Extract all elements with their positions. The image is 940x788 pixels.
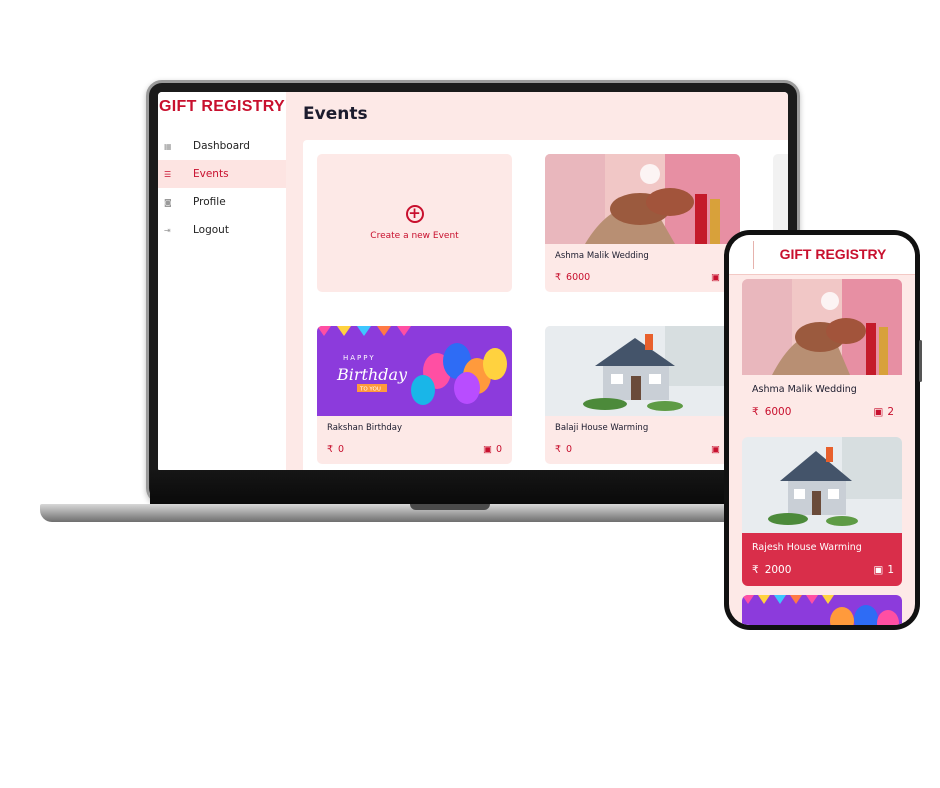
- create-event-label: Create a new Event: [370, 231, 459, 241]
- gift-icon: ▣: [873, 564, 884, 576]
- phone-header: GIFT REGISTRY: [729, 235, 915, 275]
- event-card[interactable]: Balaji House Warming ₹0 ▣ 0: [545, 326, 740, 464]
- event-gifts: ▣ 1: [873, 564, 894, 576]
- sidebar-nav: ▦ Dashboard ☰ Events ◙ Profile ⇥ Logout: [158, 132, 286, 244]
- dashboard-icon: ▦: [164, 141, 172, 151]
- gift-count: 0: [495, 444, 502, 455]
- amount-value: 0: [566, 444, 573, 455]
- sidebar-item-label: Profile: [193, 196, 226, 208]
- rupee-icon: ₹: [327, 444, 334, 455]
- create-event-card[interactable]: + Create a new Event: [317, 154, 512, 292]
- phone-event-card-partial[interactable]: [742, 595, 902, 625]
- page-title: Events: [303, 104, 368, 124]
- phone-brand-logo: GIFT REGISTRY: [779, 246, 887, 262]
- event-name: Rajesh House Warming: [752, 542, 862, 553]
- birthday-image-title: Birthday: [336, 365, 408, 384]
- selected-card-band: [742, 533, 902, 586]
- event-name: Balaji House Warming: [555, 423, 649, 433]
- gift-icon: ▣: [482, 444, 492, 455]
- event-amount: ₹2000: [752, 564, 791, 576]
- birthday-image-to-you: TO YOU: [359, 387, 381, 393]
- event-image-birthday: HAPPY Birthday TO YOU: [317, 326, 512, 416]
- event-name: Ashma Malik Wedding: [752, 384, 857, 395]
- event-amount: ₹0: [555, 444, 572, 455]
- phone-event-card-selected[interactable]: Rajesh House Warming ₹2000 ▣ 1: [742, 437, 902, 586]
- amount-value: 6000: [764, 406, 792, 418]
- laptop-screen: GIFT REGISTRY ▦ Dashboard ☰ Events ◙ Pro…: [158, 92, 788, 472]
- event-image-birthday: [742, 595, 902, 625]
- phone-side-button: [919, 340, 922, 382]
- gift-icon: ▣: [873, 406, 884, 418]
- brand-logo: GIFT REGISTRY: [159, 98, 285, 115]
- sidebar-item-logout[interactable]: ⇥ Logout: [158, 216, 286, 244]
- gift-count: 1: [887, 564, 894, 576]
- sidebar: GIFT REGISTRY ▦ Dashboard ☰ Events ◙ Pro…: [158, 92, 286, 472]
- event-image-wedding: [742, 279, 902, 375]
- amount-value: 6000: [566, 272, 591, 283]
- event-amount: ₹6000: [555, 272, 590, 283]
- event-image-house: [742, 437, 902, 533]
- event-name: Ashma Malik Wedding: [555, 251, 649, 261]
- event-amount: ₹6000: [752, 406, 791, 418]
- sidebar-item-dashboard[interactable]: ▦ Dashboard: [158, 132, 286, 160]
- rupee-icon: ₹: [555, 272, 562, 283]
- event-image-wedding: [545, 154, 740, 244]
- event-card[interactable]: Ashma Malik Wedding ₹6000 ▣2: [545, 154, 740, 292]
- sidebar-item-label: Logout: [193, 224, 229, 236]
- gift-icon: ▣: [710, 444, 720, 455]
- phone-frame: GIFT REGISTRY Ashma Malik Wedding ₹ 6000…: [724, 230, 920, 630]
- amount-value: 2000: [764, 564, 792, 576]
- laptop-frame: GIFT REGISTRY ▦ Dashboard ☰ Events ◙ Pro…: [146, 80, 800, 504]
- sidebar-item-events[interactable]: ☰ Events: [158, 160, 286, 188]
- user-icon: ◙: [164, 197, 172, 207]
- phone-screen: GIFT REGISTRY Ashma Malik Wedding ₹ 6000…: [729, 235, 915, 625]
- birthday-image-happy: HAPPY: [343, 354, 376, 362]
- events-panel: + Create a new Event Ashma Malik Wedding…: [303, 140, 788, 472]
- list-icon: ☰: [164, 169, 172, 179]
- event-card[interactable]: HAPPY Birthday TO YOU Rakshan Birthday ₹…: [317, 326, 512, 464]
- amount-value: 0: [338, 444, 345, 455]
- laptop-keyboard-hinge: [150, 470, 795, 504]
- logout-icon: ⇥: [164, 225, 171, 235]
- event-amount: ₹0: [327, 444, 344, 455]
- rupee-icon: ₹: [555, 444, 562, 455]
- sidebar-item-label: Events: [193, 168, 229, 180]
- mockup-scene: GIFT REGISTRY ▦ Dashboard ☰ Events ◙ Pro…: [0, 0, 940, 788]
- gift-icon: ▣: [710, 272, 720, 283]
- event-image-house: [545, 326, 740, 416]
- event-gifts: ▣0: [483, 444, 502, 455]
- main-content: Events + Create a new Event Ashma Malik …: [286, 92, 788, 472]
- event-name: Rakshan Birthday: [327, 423, 403, 433]
- sidebar-item-label: Dashboard: [193, 140, 250, 152]
- rupee-icon: ₹: [752, 564, 759, 576]
- sidebar-item-profile[interactable]: ◙ Profile: [158, 188, 286, 216]
- rupee-icon: ₹: [752, 406, 759, 418]
- gift-count: 2: [887, 406, 894, 418]
- add-circle-icon: +: [405, 205, 424, 223]
- laptop-notch: [410, 504, 490, 510]
- event-gifts: ▣2: [873, 406, 894, 418]
- phone-event-card[interactable]: Ashma Malik Wedding ₹6000 ▣ 2: [742, 279, 902, 428]
